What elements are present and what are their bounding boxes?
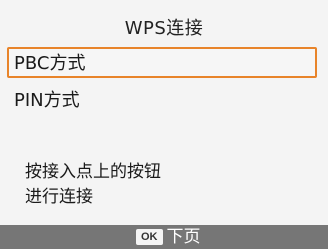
ok-next-hint[interactable]: OK 下页 [136,228,201,246]
instruction-message: 按接入点上的按钮 进行连接 [25,160,161,210]
ok-button-icon: OK [136,229,163,245]
option-pbc-method[interactable]: PBC方式 [7,47,317,78]
next-page-label: 下页 [166,227,201,247]
footer-bar: OK 下页 [0,225,328,249]
instruction-line-1: 按接入点上的按钮 [25,162,161,182]
instruction-line-2: 进行连接 [25,187,93,207]
wps-connection-screen: WPS连接 PBC方式 PIN方式 按接入点上的按钮 进行连接 OK 下页 [0,0,328,249]
option-pin-method[interactable]: PIN方式 [7,84,317,115]
screen-title: WPS连接 [124,18,204,39]
